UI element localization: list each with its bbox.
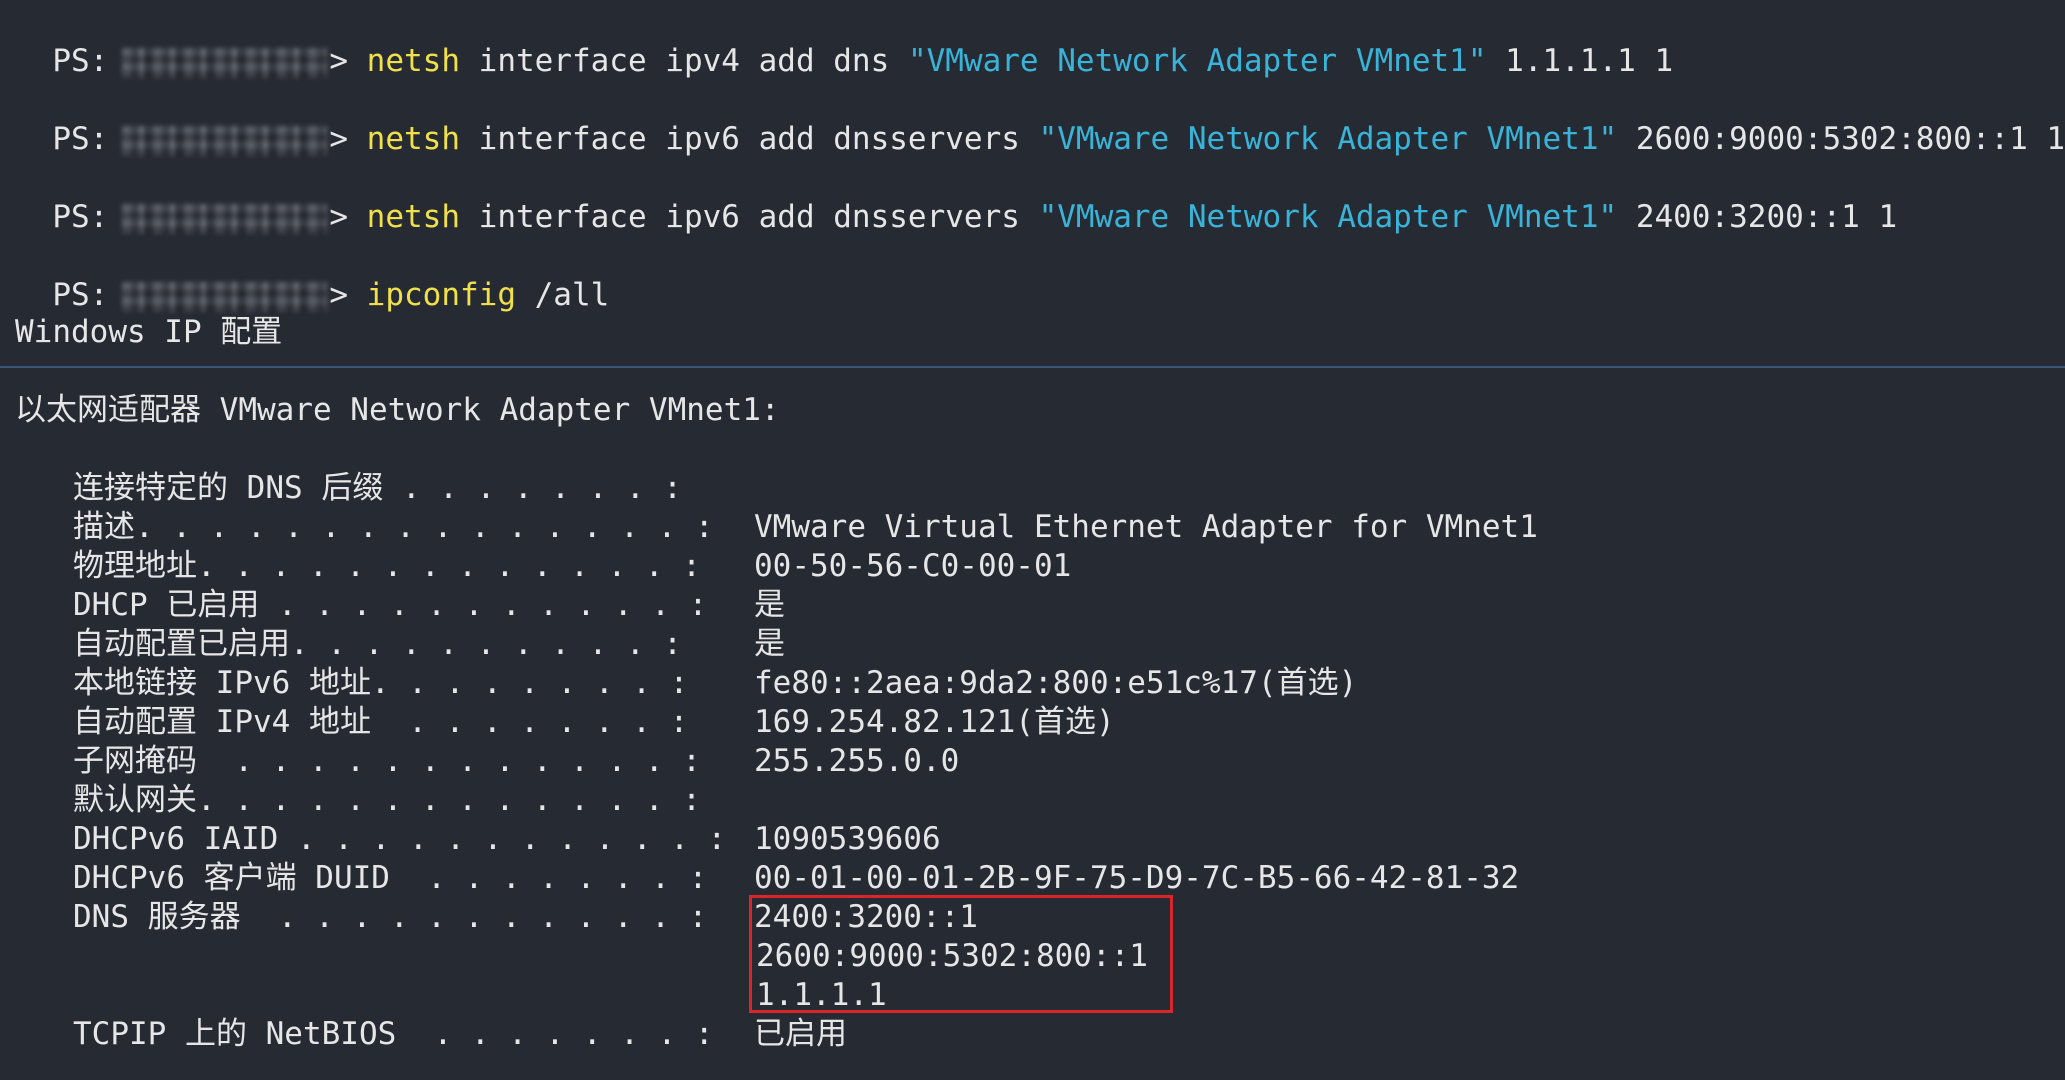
command-line-3: PS: > netsh interface ipv6 add dnsservers…	[15, 157, 1897, 235]
row-key: 自动配置 IPv4 地址 . . . . . . . :	[73, 704, 689, 740]
command-args: interface ipv6 add dnsservers	[460, 199, 1039, 235]
prompt-caret: >	[329, 43, 348, 79]
config-row-default-gateway: 默认网关. . . . . . . . . . . . . :	[73, 781, 754, 820]
command-line-2: PS: > netsh interface ipv6 add dnsservers…	[15, 79, 2065, 157]
command-string: "VMware Network Adapter VMnet1"	[907, 43, 1487, 79]
row-value: fe80::2aea:9da2:800:e51c%17(首选)	[754, 665, 1358, 701]
row-key: DHCPv6 IAID . . . . . . . . . . . :	[73, 821, 727, 857]
command-line-1: PS: > netsh interface ipv4 add dns "VMwar…	[15, 1, 1673, 79]
command-args: /all	[515, 277, 610, 313]
config-row-dns-suffix: 连接特定的 DNS 后缀 . . . . . . . :	[73, 469, 754, 508]
config-row-dhcpv6-iaid: DHCPv6 IAID . . . . . . . . . . . : 10905…	[73, 820, 941, 859]
config-row-link-local-ipv6: 本地链接 IPv6 地址. . . . . . . . : fe80::2aea:…	[73, 664, 1357, 703]
redacted-hostname	[122, 203, 328, 234]
row-key: 本地链接 IPv6 地址. . . . . . . . :	[73, 665, 689, 701]
row-key: 子网掩码 . . . . . . . . . . . . :	[73, 743, 701, 779]
row-value: 已启用	[754, 1016, 847, 1052]
row-key: 连接特定的 DNS 后缀 . . . . . . . :	[73, 470, 682, 506]
command-name: ipconfig	[366, 277, 516, 313]
config-row-physical-address: 物理地址. . . . . . . . . . . . . : 00-50-56-…	[73, 547, 1071, 586]
command-line-4: PS: > ipconfig /all	[15, 235, 609, 313]
prompt-label: PS:	[52, 121, 109, 157]
dns-highlight-box	[749, 895, 1173, 1013]
row-value: 169.254.82.121(首选)	[754, 704, 1115, 740]
row-value: 是	[754, 626, 785, 662]
redacted-hostname	[122, 125, 328, 156]
row-key: DNS 服务器 . . . . . . . . . . . :	[73, 899, 708, 935]
command-tail: 1.1.1.1 1	[1486, 43, 1674, 79]
redacted-hostname	[122, 281, 328, 312]
prompt-label: PS:	[52, 199, 109, 235]
command-string: "VMware Network Adapter VMnet1"	[1038, 199, 1618, 235]
pane-divider	[0, 366, 2065, 368]
row-key: 描述. . . . . . . . . . . . . . . :	[73, 509, 714, 545]
prompt-caret: >	[329, 199, 348, 235]
row-key: 物理地址. . . . . . . . . . . . . :	[73, 548, 701, 584]
row-key: TCPIP 上的 NetBIOS . . . . . . . :	[73, 1016, 714, 1052]
command-args: interface ipv4 add dns	[460, 43, 908, 79]
adapter-title: 以太网适配器 VMware Network Adapter VMnet1:	[15, 392, 780, 428]
row-value: VMware Virtual Ethernet Adapter for VMne…	[754, 509, 1538, 545]
row-value: 255.255.0.0	[754, 743, 960, 779]
command-string: "VMware Network Adapter VMnet1"	[1038, 121, 1618, 157]
config-row-autoconfig-enabled: 自动配置已启用. . . . . . . . . . : 是	[73, 625, 785, 664]
config-row-dhcp-enabled: DHCP 已启用 . . . . . . . . . . . : 是	[73, 586, 785, 625]
command-tail: 2400:3200::1 1	[1617, 199, 1898, 235]
command-tail: 2600:9000:5302:800::1 1	[1617, 121, 2065, 157]
row-value: 是	[754, 587, 785, 623]
prompt-label: PS:	[52, 277, 109, 313]
row-key: DHCPv6 客户端 DUID . . . . . . . :	[73, 860, 708, 896]
config-row-autoconfig-ipv4: 自动配置 IPv4 地址 . . . . . . . : 169.254.82.1…	[73, 703, 1115, 742]
command-name: netsh	[366, 121, 460, 157]
config-row-subnet-mask: 子网掩码 . . . . . . . . . . . . : 255.255.0.…	[73, 742, 959, 781]
prompt-caret: >	[329, 121, 348, 157]
redacted-hostname	[122, 47, 328, 78]
ip-config-title: Windows IP 配置	[15, 314, 283, 350]
prompt-caret: >	[329, 277, 348, 313]
prompt-label: PS:	[52, 43, 109, 79]
config-row-description: 描述. . . . . . . . . . . . . . . : VMware …	[73, 508, 1538, 547]
row-key: 自动配置已启用. . . . . . . . . . :	[73, 626, 682, 662]
row-key: DHCP 已启用 . . . . . . . . . . . :	[73, 587, 708, 623]
command-args: interface ipv6 add dnsservers	[460, 121, 1039, 157]
row-value: 1090539606	[754, 821, 941, 857]
row-value: 00-01-00-01-2B-9F-75-D9-7C-B5-66-42-81-3…	[754, 860, 1520, 896]
command-name: netsh	[366, 199, 460, 235]
command-name: netsh	[366, 43, 460, 79]
row-key: 默认网关. . . . . . . . . . . . . :	[73, 782, 701, 818]
config-row-netbios: TCPIP 上的 NetBIOS . . . . . . . : 已启用	[73, 1015, 847, 1054]
row-value: 00-50-56-C0-00-01	[754, 548, 1072, 584]
config-row-dhcpv6-duid: DHCPv6 客户端 DUID . . . . . . . : 00-01-00-…	[73, 859, 1519, 898]
